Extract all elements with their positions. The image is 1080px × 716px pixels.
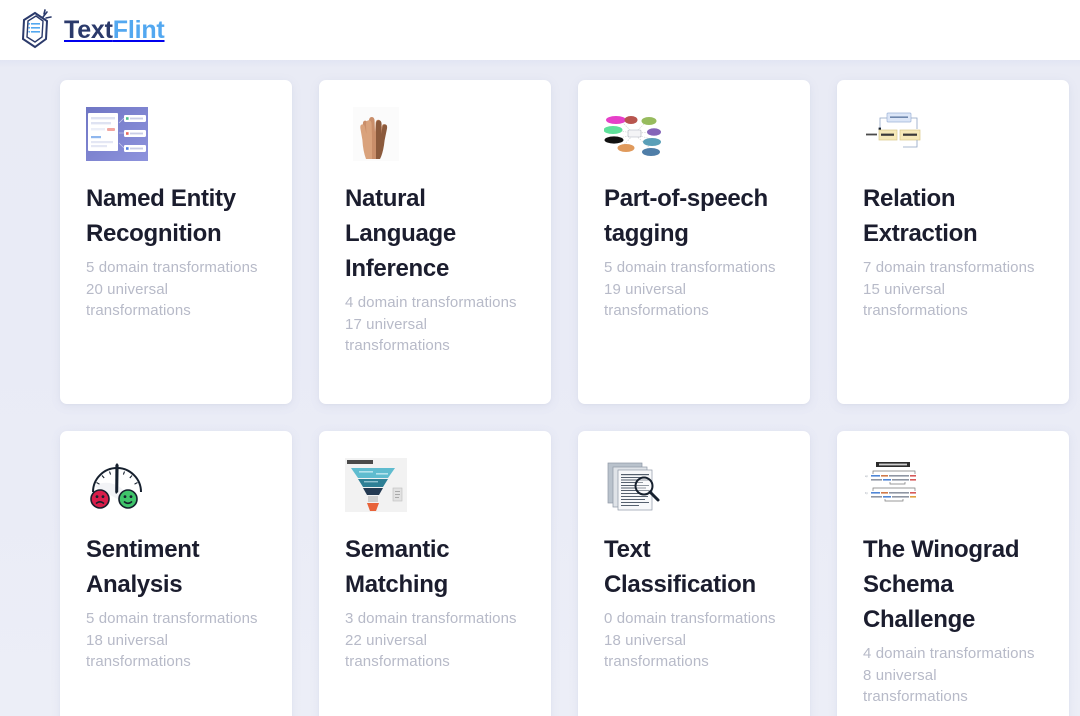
task-title: Semantic Matching (345, 536, 450, 598)
task-card-relation-extraction[interactable]: Relation Extraction 7 domain transformat… (837, 80, 1069, 404)
task-domain-transformations: 5 domain transformations (86, 610, 258, 627)
task-title: The Winograd Schema Challenge (863, 536, 1020, 633)
task-universal-transformations: 18 universal transformations (86, 631, 191, 671)
funnel-diagram-icon (345, 458, 407, 512)
mind-map-nodes-icon (604, 107, 666, 161)
task-title: Sentiment Analysis (86, 536, 200, 598)
site-header: TextFlint (0, 0, 1080, 60)
task-title: Natural Language Inference (345, 185, 456, 282)
open-hands-photo-icon (345, 107, 407, 161)
relation-annotation-icon (863, 107, 925, 161)
task-domain-transformations: 3 domain transformations (345, 610, 517, 627)
winograd-sentences-icon: a) b) (863, 458, 925, 512)
task-card-semantic-matching[interactable]: Semantic Matching 3 domain transformatio… (319, 431, 551, 716)
ner-annotation-screenshot-icon (86, 107, 148, 161)
task-card-sentiment-analysis[interactable]: Sentiment Analysis 5 domain transformati… (60, 431, 292, 716)
brand-word-text: Text (64, 15, 113, 44)
task-universal-transformations: 8 universal transformations (863, 666, 968, 706)
task-title: Part-of-speech tagging (604, 185, 768, 247)
task-universal-transformations: 15 universal transformations (863, 280, 968, 320)
task-title: Relation Extraction (863, 185, 978, 247)
task-title: Named Entity Recognition (86, 185, 236, 247)
task-universal-transformations: 18 universal transformations (604, 631, 709, 671)
task-domain-transformations: 7 domain transformations (863, 259, 1035, 276)
task-domain-transformations: 5 domain transformations (604, 259, 776, 276)
svg-text:a): a) (865, 474, 868, 478)
textflint-hexagon-logo-icon (14, 8, 58, 52)
brand-wordmark: TextFlint (64, 15, 165, 44)
task-universal-transformations: 17 universal transformations (345, 315, 450, 355)
sentiment-gauge-faces-icon (86, 458, 148, 512)
task-universal-transformations: 20 universal transformations (86, 280, 191, 320)
task-card-natural-language-inference[interactable]: Natural Language Inference 4 domain tran… (319, 80, 551, 404)
brand-logo-link[interactable]: TextFlint (14, 8, 165, 52)
task-card-text-classification[interactable]: Text Classification 0 domain transformat… (578, 431, 810, 716)
task-board: Named Entity Recognition 5 domain transf… (0, 60, 1080, 716)
task-domain-transformations: 4 domain transformations (345, 294, 517, 311)
task-card-winograd-schema-challenge[interactable]: a) b) The Winograd Schema Challenge 4 do… (837, 431, 1069, 716)
task-domain-transformations: 5 domain transformations (86, 259, 258, 276)
task-domain-transformations: 0 domain transformations (604, 610, 776, 627)
task-card-grid: Named Entity Recognition 5 domain transf… (0, 80, 1080, 716)
task-card-named-entity-recognition[interactable]: Named Entity Recognition 5 domain transf… (60, 80, 292, 404)
svg-text:b): b) (865, 491, 868, 495)
task-domain-transformations: 4 domain transformations (863, 645, 1035, 662)
task-title: Text Classification (604, 536, 756, 598)
task-universal-transformations: 19 universal transformations (604, 280, 709, 320)
task-universal-transformations: 22 universal transformations (345, 631, 450, 671)
brand-word-flint: Flint (112, 15, 165, 44)
task-card-part-of-speech-tagging[interactable]: Part-of-speech tagging 5 domain transfor… (578, 80, 810, 404)
documents-magnifier-icon (604, 458, 666, 512)
